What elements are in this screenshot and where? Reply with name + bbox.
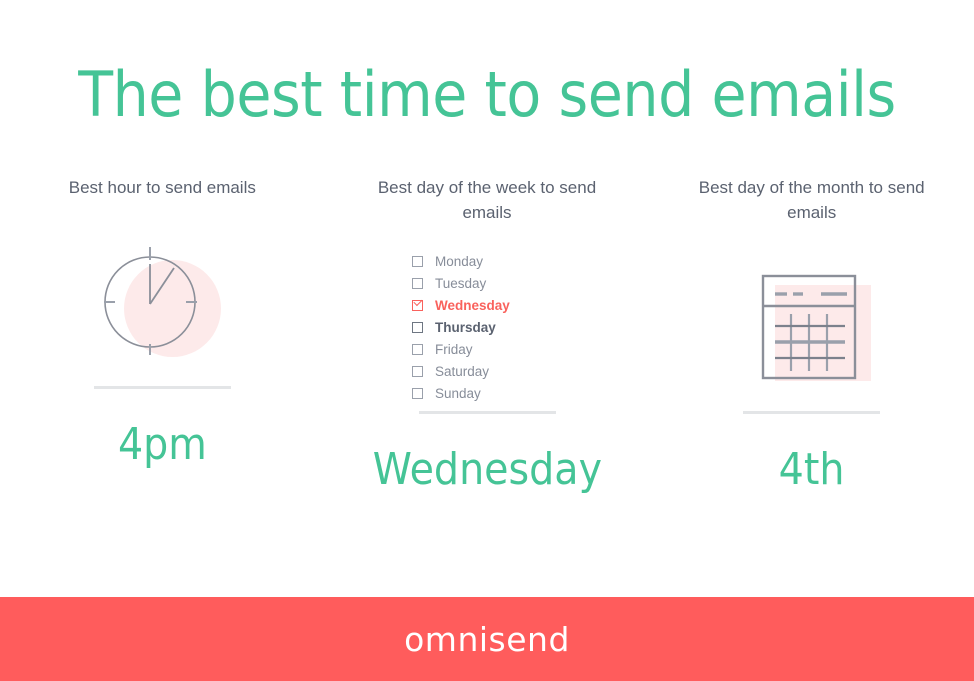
- check-mark-icon: [413, 296, 423, 306]
- weekday-checkbox-list: Monday Tuesday Wednesday Thursday Friday Satu…: [412, 250, 562, 404]
- weekday-row-saturday[interactable]: Saturday: [412, 360, 562, 382]
- divider-best-hour: [93, 386, 231, 389]
- checkbox-icon[interactable]: [412, 365, 423, 377]
- checkbox-icon[interactable]: [412, 387, 423, 399]
- weekday-label: Wednesday: [435, 297, 510, 313]
- weekday-label: Monday: [435, 253, 484, 269]
- calendar-body-svg: [761, 274, 856, 380]
- infographic-root: The best time to send emails Best hour t…: [0, 0, 974, 681]
- weekday-label: Thursday: [435, 319, 496, 335]
- column-header-best-day-of-month: Best day of the month to send emails: [698, 178, 925, 222]
- weekday-row-thursday[interactable]: Thursday: [412, 316, 562, 338]
- page-title: The best time to send emails: [78, 58, 896, 131]
- weekday-label: Sunday: [435, 385, 481, 401]
- weekday-row-friday[interactable]: Friday: [412, 338, 562, 360]
- column-header-best-hour: Best hour to send emails: [68, 178, 256, 197]
- weekday-row-monday[interactable]: Monday: [412, 250, 562, 272]
- column-header-best-day-of-week: Best day of the week to send emails: [377, 178, 597, 222]
- divider-best-day-of-week: [418, 411, 556, 414]
- answer-best-day-of-week: Wednesday: [372, 444, 602, 495]
- omnisend-logo: omnisend: [404, 619, 570, 659]
- weekday-label: Saturday: [435, 363, 490, 379]
- stats-columns: Best hour to send emails 4pm Best day of…: [0, 175, 974, 535]
- weekday-label: Friday: [435, 341, 473, 357]
- weekday-checklist-area: Monday Tuesday Wednesday Thursday Friday Satu…: [362, 247, 612, 407]
- clock-icon: [102, 242, 222, 362]
- stat-column-best-hour: Best hour to send emails 4pm: [0, 175, 325, 535]
- weekday-row-tuesday[interactable]: Tuesday: [412, 272, 562, 294]
- checkbox-checked-icon[interactable]: [412, 296, 423, 311]
- answer-best-day-of-month: 4th: [778, 444, 845, 495]
- calendar-icon-area: [687, 247, 937, 407]
- divider-best-day-of-month: [743, 411, 881, 414]
- weekday-row-wednesday[interactable]: Wednesday: [412, 294, 562, 316]
- stat-column-best-day-of-month: Best day of the month to send emails 4th: [649, 175, 974, 535]
- clock-icon-area: [37, 222, 287, 382]
- answer-best-hour: 4pm: [117, 419, 207, 470]
- checkbox-icon[interactable]: [412, 321, 423, 333]
- footer-bar: omnisend: [0, 597, 974, 681]
- checkbox-icon[interactable]: [412, 343, 423, 355]
- calendar-icon: [747, 267, 877, 387]
- weekday-row-sunday[interactable]: Sunday: [412, 382, 562, 404]
- clock-face-svg: [104, 247, 198, 355]
- weekday-label: Tuesday: [435, 275, 487, 291]
- checkbox-icon[interactable]: [412, 277, 423, 289]
- checkbox-icon[interactable]: [412, 255, 423, 267]
- stat-column-best-day-of-week: Best day of the week to send emails Mond…: [325, 175, 650, 535]
